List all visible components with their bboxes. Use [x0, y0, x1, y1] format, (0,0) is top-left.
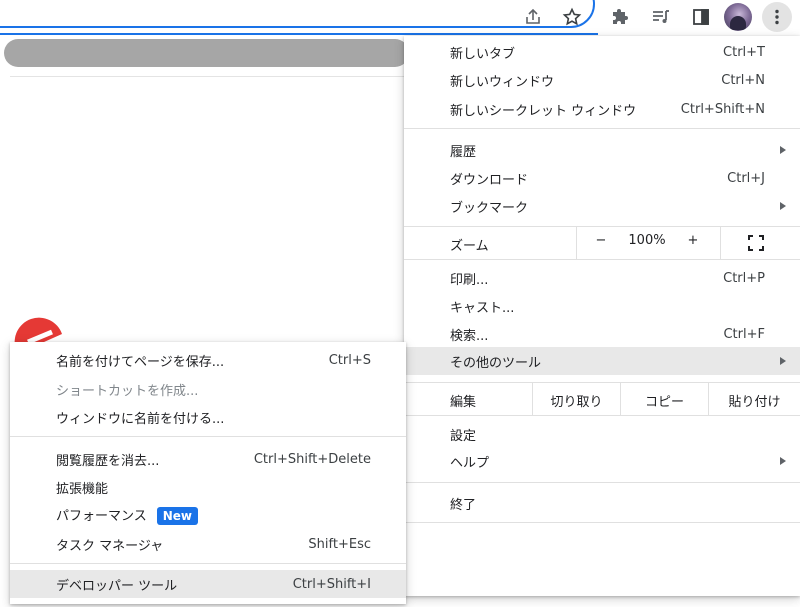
menu-item-shortcut: Ctrl+T: [723, 44, 765, 60]
side-panel-icon[interactable]: [688, 4, 714, 30]
zoom-out-button[interactable]: −: [590, 233, 612, 248]
menu-item-shortcut: Ctrl+Shift+I: [292, 576, 371, 592]
extensions-icon[interactable]: [608, 4, 634, 30]
menu-item-create-shortcut[interactable]: ショートカットを作成...: [10, 375, 406, 403]
menu-separator: [10, 436, 406, 437]
menu-item-label: 閲覧履歴を消去...: [56, 453, 160, 469]
submenu-arrow-icon: [780, 457, 786, 465]
menu-item-label: デベロッパー ツール: [56, 578, 178, 594]
menu-item-shortcut: Ctrl+P: [723, 270, 765, 286]
menu-separator: [10, 563, 406, 564]
menu-item-label: ヘルプ: [450, 455, 490, 471]
menu-separator: [404, 259, 800, 260]
menu-item-shortcut: Shift+Esc: [308, 536, 371, 552]
submenu-arrow-icon: [780, 202, 786, 210]
share-icon[interactable]: [520, 4, 546, 30]
fullscreen-icon[interactable]: [748, 235, 764, 251]
menu-item-label: 新しいシークレット ウィンドウ: [450, 103, 637, 119]
zoom-row: ズーム − 100% +: [404, 227, 800, 259]
edit-label: 編集: [450, 395, 477, 410]
menu-item-label: タスク マネージャ: [56, 538, 164, 554]
menu-item-settings[interactable]: 設定: [404, 420, 800, 448]
zoom-in-button[interactable]: +: [682, 233, 704, 248]
menu-item-bookmarks[interactable]: ブックマーク: [404, 192, 800, 220]
menu-item-save-page[interactable]: 名前を付けてページを保存... Ctrl+S: [10, 346, 406, 374]
address-bar[interactable]: [0, 0, 595, 28]
new-badge: New: [156, 507, 199, 526]
menu-item-shortcut: Ctrl+J: [727, 170, 765, 186]
menu-separator: [404, 128, 800, 129]
menu-item-task-manager[interactable]: タスク マネージャ Shift+Esc: [10, 530, 406, 558]
menu-item-label: 設定: [450, 428, 477, 444]
menu-separator: [404, 415, 800, 416]
menu-item-print[interactable]: 印刷... Ctrl+P: [404, 264, 800, 292]
copy-button[interactable]: コピー: [621, 391, 708, 410]
more-vert-icon[interactable]: [764, 4, 790, 30]
cut-button[interactable]: 切り取り: [533, 391, 620, 410]
redacted-bar: [4, 39, 409, 67]
zoom-label: ズーム: [450, 239, 489, 254]
menu-item-history[interactable]: 履歴: [404, 136, 800, 164]
more-tools-submenu: 名前を付けてページを保存... Ctrl+S ショートカットを作成... ウィン…: [10, 342, 406, 604]
menu-item-help[interactable]: ヘルプ: [404, 447, 800, 475]
menu-item-label: その他のツール: [450, 355, 542, 371]
menu-item-label: 終了: [450, 497, 477, 513]
menu-item-label: 検索...: [450, 328, 489, 344]
menu-separator: [404, 522, 800, 523]
menu-item-label: キャスト...: [450, 300, 515, 316]
menu-item-new-tab[interactable]: 新しいタブ Ctrl+T: [404, 38, 800, 66]
submenu-arrow-icon: [780, 146, 786, 154]
menu-item-label: 履歴: [450, 144, 477, 160]
menu-item-more-tools[interactable]: その他のツール: [404, 347, 800, 375]
menu-item-cast[interactable]: キャスト...: [404, 292, 800, 320]
menu-item-shortcut: Ctrl+S: [328, 352, 371, 368]
star-icon[interactable]: [559, 4, 585, 30]
menu-item-label: 新しいタブ: [450, 46, 516, 62]
zoom-level-value: 100%: [628, 233, 666, 248]
menu-item-label: ダウンロード: [450, 172, 529, 188]
submenu-arrow-icon: [780, 357, 786, 365]
menu-item-label: 印刷...: [450, 272, 489, 288]
menu-item-clear-browsing-data[interactable]: 閲覧履歴を消去... Ctrl+Shift+Delete: [10, 445, 406, 473]
menu-item-new-incognito[interactable]: 新しいシークレット ウィンドウ Ctrl+Shift+N: [404, 95, 800, 123]
menu-item-find[interactable]: 検索... Ctrl+F: [404, 320, 800, 348]
menu-item-label: ショートカットを作成...: [56, 383, 199, 399]
menu-item-developer-tools[interactable]: デベロッパー ツール Ctrl+Shift+I: [10, 570, 406, 598]
page-divider: [10, 76, 404, 77]
menu-item-label: パフォーマンス New: [56, 505, 199, 526]
menu-item-performance[interactable]: パフォーマンス New: [10, 501, 406, 529]
chrome-main-menu: 新しいタブ Ctrl+T 新しいウィンドウ Ctrl+N 新しいシークレット ウ…: [404, 36, 800, 596]
menu-item-shortcut: Ctrl+Shift+Delete: [253, 451, 371, 467]
zoom-divider: [720, 227, 721, 259]
menu-separator: [404, 482, 800, 483]
menu-item-shortcut: Ctrl+Shift+N: [680, 101, 765, 117]
profile-avatar[interactable]: [724, 3, 752, 31]
menu-item-label: ブックマーク: [450, 200, 529, 216]
paste-button[interactable]: 貼り付け: [709, 391, 800, 410]
menu-item-exit[interactable]: 終了: [404, 489, 800, 517]
menu-item-new-window[interactable]: 新しいウィンドウ Ctrl+N: [404, 66, 800, 94]
menu-item-label: 拡張機能: [56, 481, 109, 497]
address-bar-focus-line: [0, 33, 598, 35]
menu-item-label: 名前を付けてページを保存...: [56, 354, 225, 370]
reading-list-icon[interactable]: [648, 4, 674, 30]
menu-item-name-window[interactable]: ウィンドウに名前を付ける...: [10, 403, 406, 431]
menu-item-shortcut: Ctrl+N: [721, 72, 765, 88]
menu-item-extensions[interactable]: 拡張機能: [10, 473, 406, 501]
menu-item-shortcut: Ctrl+F: [723, 326, 765, 342]
menu-item-label: 新しいウィンドウ: [450, 74, 555, 90]
performance-label: パフォーマンス: [56, 508, 147, 524]
menu-item-label: ウィンドウに名前を付ける...: [56, 411, 225, 427]
menu-item-downloads[interactable]: ダウンロード Ctrl+J: [404, 164, 800, 192]
zoom-divider: [576, 227, 577, 259]
edit-row: 編集 切り取り コピー 貼り付け: [404, 383, 800, 415]
